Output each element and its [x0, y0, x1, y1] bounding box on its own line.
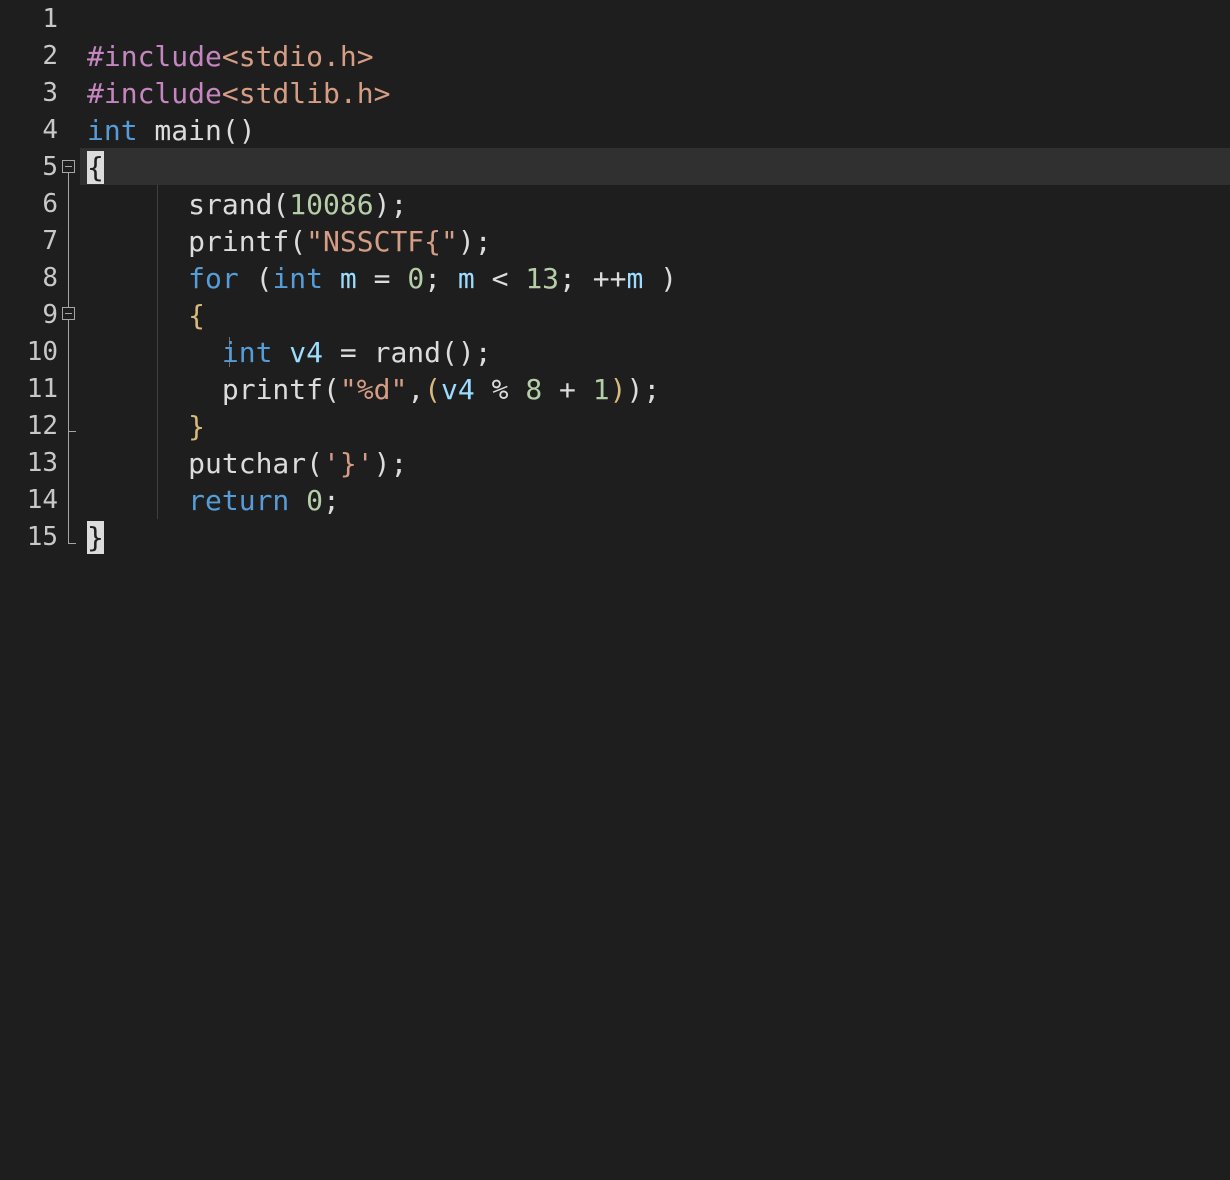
- line-number: 13: [26, 448, 58, 478]
- code-token: ; ++: [559, 262, 627, 295]
- code-token: int: [87, 336, 273, 369]
- line-number: 11: [26, 374, 58, 404]
- code-token: for: [87, 262, 239, 295]
- line-number: 6: [42, 189, 58, 219]
- code-text[interactable]: #include<stdlib.h>: [87, 75, 390, 112]
- code-token: +: [542, 373, 593, 406]
- line-number: 7: [42, 226, 58, 256]
- code-text[interactable]: printf("NSSCTF{");: [87, 223, 492, 260]
- line-number: 3: [42, 78, 58, 108]
- code-token: (: [238, 262, 273, 295]
- code-token: ,: [407, 373, 425, 406]
- code-line[interactable]: 14 return 0;: [0, 482, 1230, 519]
- code-token: {: [87, 151, 104, 184]
- code-token: {: [87, 299, 206, 332]
- code-text[interactable]: return 0;: [87, 482, 340, 519]
- code-token: 8: [525, 373, 543, 406]
- code-token: "NSSCTF{": [306, 225, 458, 258]
- code-line[interactable]: 3 #include<stdlib.h>: [0, 75, 1230, 112]
- code-token: srand(: [87, 188, 290, 221]
- code-text[interactable]: {: [87, 149, 104, 186]
- code-text[interactable]: srand(10086);: [87, 186, 407, 223]
- code-text[interactable]: int v4 = rand();: [87, 334, 492, 371]
- code-line[interactable]: 13 putchar('}');: [0, 445, 1230, 482]
- line-number: 15: [26, 522, 58, 552]
- code-token: );: [457, 225, 492, 258]
- code-token: printf(: [87, 373, 340, 406]
- code-line[interactable]: 15}: [0, 519, 1230, 556]
- code-token: 10086: [289, 188, 374, 221]
- code-editor[interactable]: 1 2 #include<stdio.h> 3 #include<stdlib.h> 4 i…: [0, 0, 1230, 1180]
- code-token: );: [373, 188, 408, 221]
- code-line[interactable]: 4 int main(): [0, 112, 1230, 149]
- line-number: 8: [42, 263, 58, 293]
- code-token: ;: [323, 484, 340, 517]
- code-line[interactable]: 9 {: [0, 297, 1230, 334]
- line-number: 10: [26, 337, 58, 367]
- code-token: "%d": [339, 373, 408, 406]
- code-token: m: [626, 262, 644, 295]
- code-text[interactable]: int main(): [87, 112, 256, 149]
- code-token: main(): [137, 114, 256, 147]
- code-token: return: [87, 484, 290, 517]
- code-token: ): [609, 373, 627, 406]
- code-text[interactable]: printf("%d",(v4 % 8 + 1));: [87, 371, 660, 408]
- code-token: <stdlib.h>: [221, 77, 391, 110]
- code-line[interactable]: 7 printf("NSSCTF{");: [0, 223, 1230, 260]
- line-number: 2: [42, 41, 58, 71]
- code-token: <: [474, 262, 526, 295]
- code-token: <stdio.h>: [221, 40, 374, 73]
- code-line[interactable]: 5{: [0, 149, 1230, 186]
- code-text[interactable]: putchar('}');: [87, 445, 407, 482]
- code-token: 0: [407, 262, 425, 295]
- line-number: 4: [42, 115, 58, 145]
- code-token: 0: [289, 484, 324, 517]
- code-line[interactable]: 8 for (int m = 0; m < 13; ++m ): [0, 260, 1230, 297]
- code-token: = rand();: [323, 336, 492, 369]
- code-line[interactable]: 6 srand(10086);: [0, 186, 1230, 223]
- code-token: int: [87, 114, 138, 147]
- code-token: }: [87, 521, 104, 554]
- code-text[interactable]: {: [87, 297, 205, 334]
- code-token: );: [373, 447, 408, 480]
- code-text[interactable]: #include<stdio.h>: [87, 38, 374, 75]
- code-text[interactable]: }: [87, 408, 205, 445]
- line-number: 14: [26, 485, 58, 515]
- code-token: =: [356, 262, 408, 295]
- line-number: 1: [42, 4, 58, 34]
- code-token: printf(: [87, 225, 307, 258]
- code-token: putchar(: [87, 447, 324, 480]
- line-number: 5: [42, 152, 58, 182]
- line-number: 12: [26, 411, 58, 441]
- code-token: }: [87, 410, 206, 443]
- code-line[interactable]: 2 #include<stdio.h>: [0, 38, 1230, 75]
- code-token: v4: [272, 336, 324, 369]
- code-token: 13: [525, 262, 560, 295]
- code-text[interactable]: for (int m = 0; m < 13; ++m ): [87, 260, 677, 297]
- code-token: (: [424, 373, 442, 406]
- code-token: #include: [87, 77, 222, 110]
- code-text[interactable]: }: [87, 519, 104, 556]
- code-token: v4: [441, 373, 475, 406]
- code-line[interactable]: 12 }: [0, 408, 1230, 445]
- code-token: #include: [87, 40, 222, 73]
- code-token: %: [474, 373, 526, 406]
- code-line[interactable]: 11 printf("%d",(v4 % 8 + 1));: [0, 371, 1230, 408]
- code-token: '}': [323, 447, 374, 480]
- code-token: m: [323, 262, 357, 295]
- code-token: );: [626, 373, 661, 406]
- line-number: 9: [42, 300, 58, 330]
- code-line[interactable]: 10 int v4 = rand();: [0, 334, 1230, 371]
- code-token: int: [272, 262, 324, 295]
- code-token: 1: [592, 373, 610, 406]
- code-token: m: [441, 262, 475, 295]
- code-token: ;: [424, 262, 442, 295]
- code-token: ): [643, 262, 678, 295]
- code-line[interactable]: 1: [0, 1, 1230, 38]
